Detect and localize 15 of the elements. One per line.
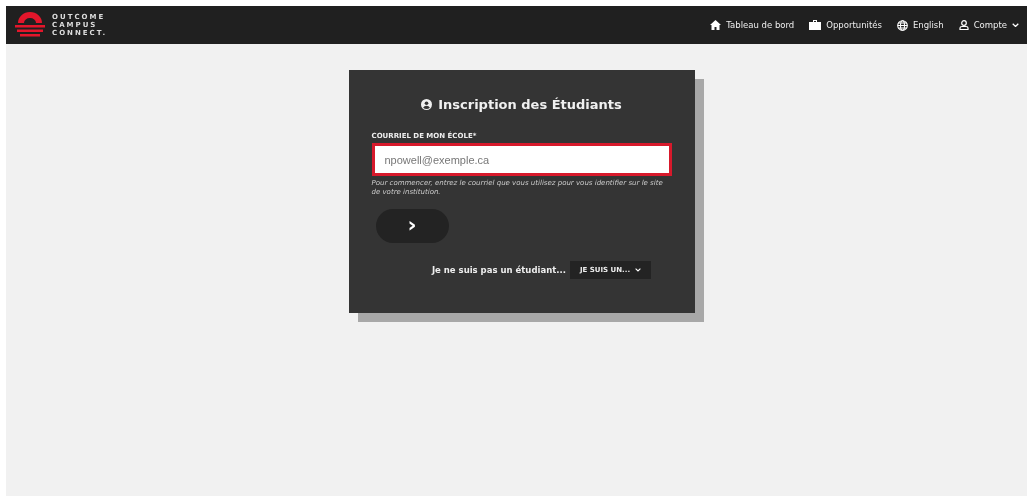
nav-link[interactable]: Opportunités — [809, 20, 882, 30]
logo-icon — [15, 11, 45, 39]
chevron-down-icon — [635, 268, 642, 272]
globe-icon — [896, 19, 908, 31]
nav-link[interactable]: Tableau de bord — [710, 20, 795, 30]
title-text: Inscription des Étudiants — [438, 97, 622, 112]
not-student-text: Je ne suis pas un étudiant... — [431, 265, 566, 275]
nav-link[interactable]: English — [896, 19, 944, 31]
email-field[interactable]: npowell@exemple.ca — [371, 143, 672, 176]
nav-link[interactable]: Compte — [958, 20, 1019, 30]
user-icon — [958, 20, 969, 30]
briefcase-icon — [809, 20, 822, 30]
next-button[interactable]: › — [375, 209, 449, 243]
home-icon — [710, 20, 722, 30]
user-circle-icon — [421, 99, 433, 110]
